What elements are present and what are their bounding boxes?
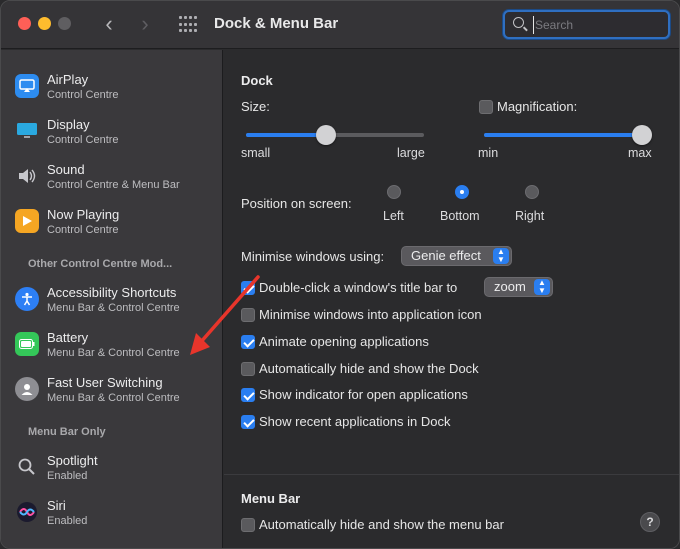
sidebar-item-subtitle: Control Centre — [47, 224, 119, 236]
display-icon — [15, 119, 39, 143]
sidebar-item-now-playing[interactable]: Now Playing Control Centre — [1, 203, 223, 247]
sidebar-item-spotlight[interactable]: Spotlight Enabled — [1, 449, 223, 493]
size-slider[interactable] — [246, 125, 424, 145]
size-label: Size: — [241, 99, 270, 114]
sidebar-item-title: Display — [47, 117, 90, 132]
sidebar-item-subtitle: Menu Bar & Control Centre — [47, 302, 180, 314]
position-bottom-radio[interactable] — [455, 185, 469, 199]
position-right-label: Right — [515, 209, 545, 223]
chevron-right-icon: › — [141, 11, 149, 36]
sidebar-item-title: Accessibility Shortcuts — [47, 285, 177, 300]
position-bottom-label: Bottom — [440, 209, 480, 223]
annotation-arrow — [190, 275, 260, 355]
minimise-into-icon-label: Minimise windows into application icon — [259, 307, 482, 322]
position-left-radio[interactable] — [387, 185, 401, 199]
magnification-slider-fill — [484, 133, 642, 137]
sidebar-item-title: Now Playing — [47, 207, 120, 222]
autohide-menu-bar-checkbox[interactable] — [241, 518, 255, 532]
menu-bar-heading: Menu Bar — [241, 491, 301, 506]
double-click-action-popup[interactable]: zoom ▲ ▼ — [484, 277, 553, 297]
airplay-icon — [15, 74, 39, 98]
help-button[interactable]: ? — [640, 512, 660, 532]
dock-heading: Dock — [241, 73, 273, 88]
size-max-label: large — [397, 146, 425, 160]
sidebar-item-title: Spotlight — [47, 453, 98, 468]
sidebar-item-subtitle: Control Centre & Menu Bar — [47, 179, 180, 191]
zoom-button[interactable] — [58, 17, 71, 30]
show-indicators-checkbox[interactable] — [241, 388, 255, 402]
magnification-max-label: max — [628, 146, 652, 160]
animate-opening-label: Animate opening applications — [259, 334, 429, 349]
chevron-left-icon: ‹ — [105, 11, 113, 36]
minimize-button[interactable] — [38, 17, 51, 30]
sidebar-item-sound[interactable]: Sound Control Centre & Menu Bar — [1, 158, 223, 202]
magnification-slider-knob[interactable] — [632, 125, 652, 145]
user-icon — [15, 377, 39, 401]
dock-settings-pane: Dock Size: small large Magnification: mi… — [224, 50, 679, 548]
search-field[interactable] — [503, 10, 670, 39]
sidebar-item-title: Sound — [47, 162, 85, 177]
autohide-dock-label: Automatically hide and show the Dock — [259, 361, 479, 376]
minimise-label: Minimise windows using: — [241, 249, 385, 264]
double-click-action-value: zoom — [494, 279, 526, 294]
accessibility-icon — [15, 287, 39, 311]
sidebar-item-subtitle: Enabled — [47, 470, 88, 482]
sidebar-item-subtitle: Menu Bar & Control Centre — [47, 347, 180, 359]
sidebar-item-display[interactable]: Display Control Centre — [1, 113, 223, 157]
magnification-slider[interactable] — [484, 125, 652, 145]
chevron-updown-icon: ▲ ▼ — [493, 248, 509, 264]
title-bar: ‹ › Dock & Menu Bar — [1, 1, 679, 49]
sidebar-item-subtitle: Control Centre — [47, 89, 119, 101]
sidebar-item-title: Siri — [47, 498, 66, 513]
autohide-menu-bar-label: Automatically hide and show the menu bar — [259, 517, 504, 532]
sidebar-item-subtitle: Control Centre — [47, 134, 119, 146]
section-divider — [224, 474, 679, 475]
section-header-menu-bar-only: Menu Bar Only — [28, 426, 106, 438]
sidebar-item-subtitle: Enabled — [47, 515, 88, 527]
minimise-effect-value: Genie effect — [411, 248, 481, 263]
show-indicators-label: Show indicator for open applications — [259, 387, 468, 402]
position-label: Position on screen: — [241, 196, 352, 211]
double-click-label: Double-click a window's title bar to — [259, 280, 458, 295]
sidebar-item-title: Battery — [47, 330, 89, 345]
preferences-window: ‹ › Dock & Menu Bar AirPlay Control Cent… — [0, 0, 680, 549]
position-right-radio[interactable] — [525, 185, 539, 199]
autohide-dock-checkbox[interactable] — [241, 362, 255, 376]
magnification-checkbox[interactable] — [479, 100, 493, 114]
size-slider-knob[interactable] — [316, 125, 337, 145]
chevron-updown-icon: ▲ ▼ — [534, 279, 550, 295]
position-left-label: Left — [383, 209, 404, 223]
sidebar-item-airplay[interactable]: AirPlay Control Centre — [1, 68, 223, 112]
show-all-grid-icon[interactable] — [179, 16, 197, 34]
magnification-label: Magnification: — [497, 99, 578, 114]
sidebar-item-subtitle: Menu Bar & Control Centre — [47, 392, 180, 404]
battery-icon — [15, 332, 39, 356]
show-recent-apps-checkbox[interactable] — [241, 415, 255, 429]
sidebar-item-fast-user-switching[interactable]: Fast User Switching Menu Bar & Control C… — [1, 371, 223, 415]
siri-icon — [15, 500, 39, 524]
search-icon — [513, 17, 524, 28]
minimise-effect-popup[interactable]: Genie effect ▲ ▼ — [401, 246, 512, 266]
sidebar-item-title: AirPlay — [47, 72, 89, 87]
forward-button[interactable]: › — [132, 11, 158, 37]
section-header-other-modules: Other Control Centre Mod... — [28, 258, 173, 270]
search-input[interactable] — [533, 16, 663, 34]
back-button[interactable]: ‹ — [96, 11, 122, 37]
spotlight-icon — [15, 455, 39, 479]
now-playing-icon — [15, 209, 39, 233]
size-slider-fill — [246, 133, 327, 137]
speaker-icon — [15, 164, 39, 188]
show-recent-apps-label: Show recent applications in Dock — [259, 414, 451, 429]
sidebar-item-siri[interactable]: Siri Enabled — [1, 494, 223, 538]
close-button[interactable] — [18, 17, 31, 30]
window-title: Dock & Menu Bar — [214, 15, 339, 32]
sidebar-item-title: Fast User Switching — [47, 375, 163, 390]
magnification-min-label: min — [478, 146, 499, 160]
size-min-label: small — [241, 146, 271, 160]
